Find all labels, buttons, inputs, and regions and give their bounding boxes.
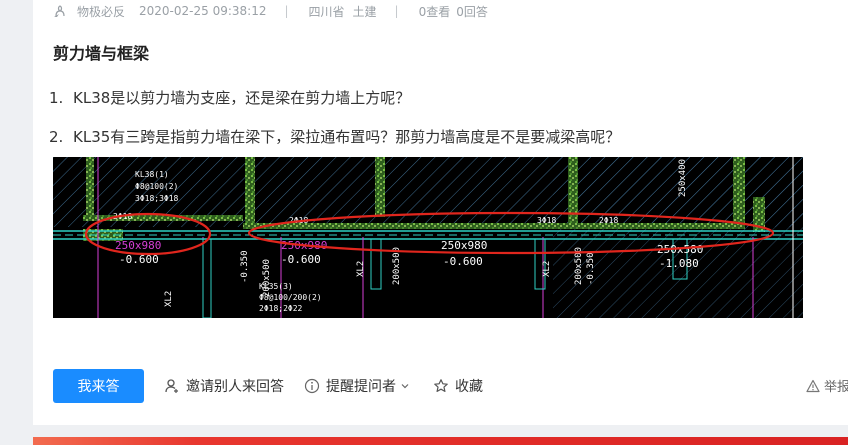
beam-elev-label: -1.080 <box>659 257 699 270</box>
user-icon <box>165 379 178 393</box>
meta-separator: | <box>284 4 289 18</box>
post-location: 四川省 <box>308 4 345 19</box>
report-label: 举报 <box>823 380 848 395</box>
kl38-stirrup-label: Φ8@100(2) <box>135 182 178 191</box>
question-list: 1. KL38是以剪力墙为支座，还是梁在剪力墙上方呢？ 2. KL35有三跨是指剪力… <box>49 88 620 166</box>
top-bar-label: 2Φ18 <box>599 216 618 225</box>
post-meta: 物极必反 2020-02-25 09:38:12 | 四川省 土建 | 0查看 … <box>53 2 488 20</box>
user-avatar-icon[interactable] <box>53 4 67 18</box>
kl38-label: KL38(1) <box>135 170 169 179</box>
elevation-label: -0.350 <box>240 250 250 283</box>
vertical-dimension-label: 250x400 <box>678 159 688 197</box>
question-number: 1. <box>49 89 64 107</box>
question-text: KL35有三跨是指剪力墙在梁下，梁拉通布置吗？那剪力墙高度是不是要减梁高呢？ <box>73 128 621 146</box>
wall-strip <box>568 223 743 229</box>
favorite-label: 收藏 <box>455 379 483 395</box>
invite-answer-link[interactable]: 邀请别人来回答 <box>164 376 284 396</box>
star-icon <box>434 379 448 392</box>
xl-beam <box>202 238 212 318</box>
chevron-down-icon <box>401 384 409 389</box>
promo-banner[interactable] <box>33 437 848 445</box>
question-text: KL38是以剪力墙为支座，还是梁在剪力墙上方呢？ <box>73 89 411 107</box>
warning-icon <box>806 379 820 392</box>
post-category[interactable]: 土建 <box>353 3 377 20</box>
post-datetime: 2020-02-25 09:38:12 <box>139 4 267 18</box>
shear-wall <box>733 157 745 229</box>
action-bar: 我来答 邀请别人来回答 提醒提问者 收藏 <box>53 369 483 403</box>
cad-drawing-svg: 250x980 -0.600 250x980 -0.600 250x980 -0… <box>53 157 803 318</box>
shear-wall <box>568 157 578 229</box>
question-item: 2. KL35有三跨是指剪力墙在梁下，梁拉通布置吗？那剪力墙高度是不是要减梁高呢？ <box>49 127 620 147</box>
report-button[interactable]: 举报 <box>806 376 848 395</box>
meta-separator: | <box>394 4 399 18</box>
beam-elev-label: -0.600 <box>281 253 321 266</box>
question-item: 1. KL38是以剪力墙为支座，还是梁在剪力墙上方呢？ <box>49 88 620 108</box>
xl-label: XL2 <box>356 261 366 277</box>
question-title: 剪力墙与框梁 <box>53 44 150 63</box>
shear-wall <box>245 157 255 229</box>
author-name[interactable]: 物极必反 <box>77 3 125 20</box>
question-number: 2. <box>49 128 64 146</box>
beam-elev-label: -0.600 <box>443 255 483 268</box>
kl38-bars-label: 3Φ18;3Φ18 <box>135 194 179 203</box>
xl-label: XL2 <box>164 291 174 307</box>
answer-button[interactable]: 我来答 <box>53 369 144 403</box>
xl-label: XL2 <box>542 261 552 277</box>
remind-label: 提醒提问者 <box>326 379 396 395</box>
info-icon <box>304 378 320 394</box>
favorite-button[interactable]: 收藏 <box>433 376 483 396</box>
view-count: 0查看 <box>418 4 451 19</box>
answer-count: 0回答 <box>456 4 488 19</box>
question-card: 物极必反 2020-02-25 09:38:12 | 四川省 土建 | 0查看 … <box>33 0 848 425</box>
section-label: 200x500 <box>392 247 402 285</box>
cad-drawing-image[interactable]: 250x980 -0.600 250x980 -0.600 250x980 -0… <box>53 157 803 318</box>
kl35-bars-label: 2Φ18;2Φ22 <box>259 304 303 313</box>
elevation-label: -0.350 <box>586 252 596 285</box>
beam-size-label: 250x980 <box>115 239 161 252</box>
xl-beam <box>370 238 382 290</box>
shear-wall <box>86 157 94 217</box>
invite-label: 邀请别人来回答 <box>186 379 284 395</box>
shear-wall <box>375 157 385 217</box>
beam-size-label: 250x980 <box>441 239 487 252</box>
remind-asker-dropdown[interactable]: 提醒提问者 <box>304 376 411 396</box>
section-label: 200x500 <box>262 259 272 297</box>
top-bar-label: 3Φ18 <box>537 216 556 225</box>
